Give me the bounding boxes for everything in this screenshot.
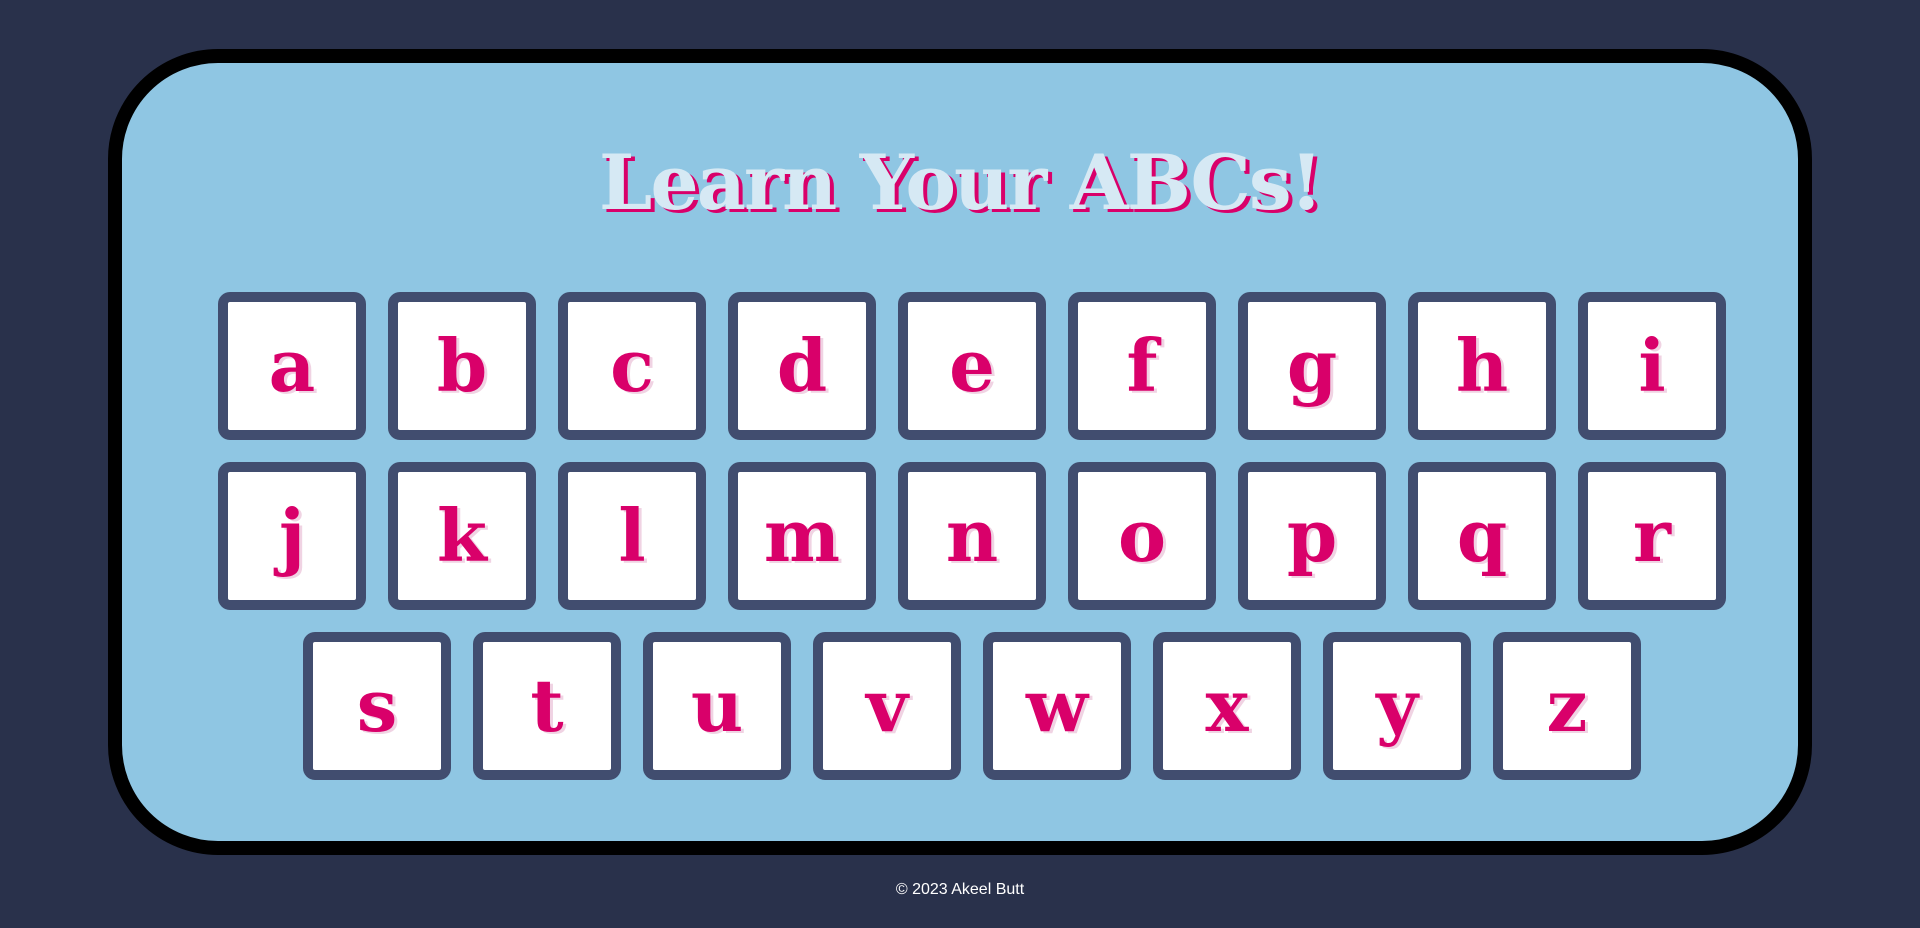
letter-key-s[interactable]: s — [303, 632, 451, 780]
footer-copyright: © 2023 Akeel Butt — [895, 881, 1025, 898]
letter-key-i[interactable]: i — [1578, 292, 1726, 440]
letter-key-label: c — [610, 323, 654, 408]
letter-key-label: x — [1205, 663, 1249, 748]
letter-key-q[interactable]: q — [1408, 462, 1556, 610]
letter-key-d[interactable]: d — [728, 292, 876, 440]
letter-key-label: k — [437, 493, 487, 578]
letter-key-label: j — [278, 493, 306, 578]
page-title: Learn Your ABCs! — [598, 138, 1323, 227]
letter-key-w[interactable]: w — [983, 632, 1131, 780]
letter-key-r[interactable]: r — [1578, 462, 1726, 610]
letter-key-label: f — [1126, 323, 1158, 408]
letter-key-label: v — [866, 663, 908, 748]
letter-key-p[interactable]: p — [1238, 462, 1386, 610]
letter-key-m[interactable]: m — [728, 462, 876, 610]
letter-key-b[interactable]: b — [388, 292, 536, 440]
letter-key-label: w — [1026, 663, 1088, 748]
letter-key-h[interactable]: h — [1408, 292, 1556, 440]
letter-key-x[interactable]: x — [1153, 632, 1301, 780]
letter-key-label: r — [1633, 493, 1671, 578]
letter-key-label: t — [530, 663, 564, 748]
letter-key-a[interactable]: a — [218, 292, 366, 440]
letter-key-j[interactable]: j — [218, 462, 366, 610]
letter-key-t[interactable]: t — [473, 632, 621, 780]
letter-key-z[interactable]: z — [1493, 632, 1641, 780]
letter-key-label: a — [268, 323, 316, 408]
letter-key-label: n — [945, 493, 999, 578]
letter-key-e[interactable]: e — [898, 292, 1046, 440]
letter-key-label: m — [763, 493, 841, 578]
letter-key-c[interactable]: c — [558, 292, 706, 440]
alphabet-board: Learn Your ABCs! a b c d e f g h i j k l m n o p q r s t u v w… — [108, 49, 1812, 855]
letter-key-label: h — [1455, 323, 1509, 408]
letter-key-label: o — [1117, 493, 1167, 578]
letter-key-f[interactable]: f — [1068, 292, 1216, 440]
letter-key-label: u — [690, 663, 744, 748]
letter-key-label: i — [1638, 323, 1666, 408]
letter-key-v[interactable]: v — [813, 632, 961, 780]
letter-key-label: l — [618, 493, 646, 578]
letter-key-label: z — [1546, 663, 1588, 748]
letter-key-label: q — [1456, 493, 1508, 578]
letter-key-label: d — [776, 323, 828, 408]
letter-key-k[interactable]: k — [388, 462, 536, 610]
letter-key-label: g — [1286, 323, 1338, 408]
letter-key-label: e — [949, 323, 995, 408]
letter-key-n[interactable]: n — [898, 462, 1046, 610]
letter-key-label: s — [356, 663, 398, 748]
letter-key-u[interactable]: u — [643, 632, 791, 780]
letter-key-label: y — [1376, 663, 1418, 748]
letter-key-y[interactable]: y — [1323, 632, 1471, 780]
letter-key-label: b — [436, 323, 488, 408]
letter-key-label: p — [1286, 493, 1338, 578]
letter-key-g[interactable]: g — [1238, 292, 1386, 440]
letter-key-o[interactable]: o — [1068, 462, 1216, 610]
letter-key-l[interactable]: l — [558, 462, 706, 610]
